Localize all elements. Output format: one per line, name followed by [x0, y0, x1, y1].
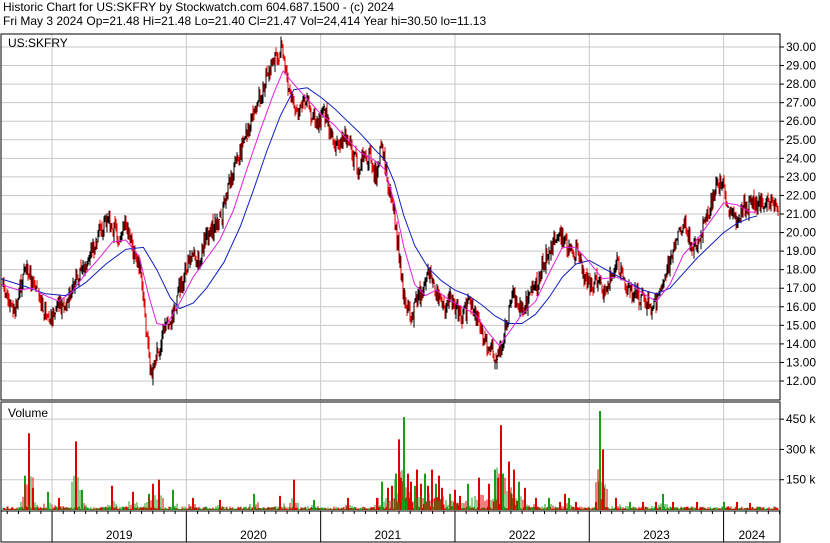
volume-grid — [1, 418, 780, 481]
price-tick-label: 20.00 — [786, 226, 816, 240]
volume-tick-label: 300 k — [786, 442, 816, 456]
year-label: 2021 — [374, 528, 401, 542]
price-tick-label: 21.00 — [786, 207, 816, 221]
year-label: 2023 — [643, 528, 670, 542]
price-tick-label: 14.00 — [786, 337, 816, 351]
volume-tick-label: 450 k — [786, 412, 816, 426]
short-moving-average-line — [0, 70, 758, 347]
price-tick-label: 25.00 — [786, 133, 816, 147]
year-label: 2019 — [106, 528, 133, 542]
volume-bars — [2, 411, 779, 510]
price-tick-label: 15.00 — [786, 318, 816, 332]
price-tick-label: 17.00 — [786, 281, 816, 295]
price-tick-label: 13.00 — [786, 355, 816, 369]
year-label: 2024 — [738, 528, 765, 542]
price-tick-label: 26.00 — [786, 114, 816, 128]
price-tick-label: 16.00 — [786, 300, 816, 314]
volume-tick-label: 150 k — [786, 473, 816, 487]
price-tick-label: 28.00 — [786, 77, 816, 91]
price-tick-label: 18.00 — [786, 263, 816, 277]
symbol-label: US:SKFRY — [8, 36, 68, 50]
price-axis-labels: 12.00 13.00 14.00 15.00 16.00 17.00 18.00 19.00… — [780, 40, 816, 388]
year-label: 2022 — [509, 528, 536, 542]
price-panel-frame — [0, 33, 781, 401]
volume-label: Volume — [8, 406, 48, 420]
price-tick-label: 27.00 — [786, 96, 816, 110]
price-tick-label: 12.00 — [786, 374, 816, 388]
year-label: 2020 — [240, 528, 267, 542]
price-tick-label: 24.00 — [786, 151, 816, 165]
year-axis-labels: 2019 2020 2021 2022 2023 2024 — [6, 511, 781, 542]
price-tick-label: 29.00 — [786, 59, 816, 73]
price-tick-label: 23.00 — [786, 170, 816, 184]
price-bars — [2, 36, 779, 386]
price-tick-label: 19.00 — [786, 244, 816, 258]
price-tick-label: 22.00 — [786, 188, 816, 202]
volume-axis-labels: 150 k 300 k 450 k — [780, 412, 816, 487]
price-tick-label: 30.00 — [786, 40, 816, 54]
stock-chart: US:SKFRY Volume 12.00 13.00 14.00 15.00 16.0… — [0, 33, 816, 543]
price-grid — [1, 46, 780, 382]
